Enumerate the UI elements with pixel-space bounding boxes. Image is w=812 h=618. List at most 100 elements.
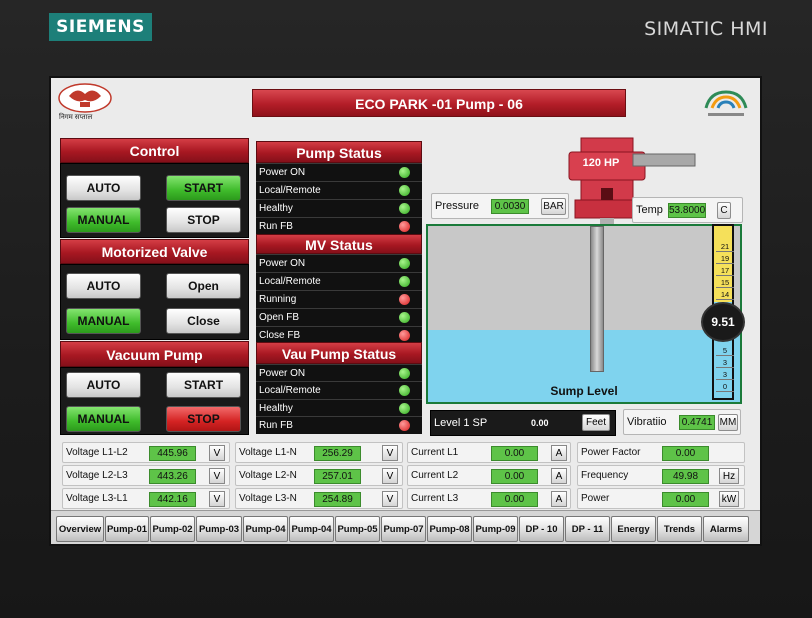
temp-unit[interactable]: C <box>717 202 731 219</box>
status-led <box>399 221 410 232</box>
nav-dp-10[interactable]: DP - 10 <box>519 516 564 542</box>
status-led <box>399 276 410 287</box>
nav-pump-07[interactable]: Pump-07 <box>381 516 426 542</box>
measurement-voltage-l1-n: Voltage L1-N 256.29 V <box>235 442 403 463</box>
logo-caption: निगम सप्ताल <box>59 114 93 121</box>
temp-field: Temp 53.8000 C <box>632 197 743 223</box>
status-led <box>399 258 410 269</box>
nav-dp-11[interactable]: DP - 11 <box>565 516 610 542</box>
status-row: Power ON <box>256 163 422 180</box>
measurement-voltage-l2-n: Voltage L2-N 257.01 V <box>235 465 403 486</box>
scale-tick: 21 <box>716 242 734 252</box>
status-row: Power ON <box>256 364 422 381</box>
status-led <box>399 294 410 305</box>
vibration-label: Vibratiio <box>627 416 667 428</box>
status-row: Local/Remote <box>256 272 422 289</box>
status-row: Run FB <box>256 416 422 433</box>
vacuum-stop-button[interactable]: STOP <box>166 406 241 432</box>
control-manual-button[interactable]: MANUAL <box>66 207 141 233</box>
control-panel: AUTO START MANUAL STOP <box>60 163 249 238</box>
nav-pump-01[interactable]: Pump-01 <box>105 516 149 542</box>
status-led <box>399 368 410 379</box>
status-row: Run FB <box>256 217 422 234</box>
valve-open-button[interactable]: Open <box>166 273 241 299</box>
vacuum-manual-button[interactable]: MANUAL <box>66 406 141 432</box>
status-led <box>399 403 410 414</box>
vacuum-pump-header: Vacuum Pump <box>60 341 249 367</box>
status-row: Healthy <box>256 199 422 216</box>
nav-pump-04[interactable]: Pump-04 <box>243 516 288 542</box>
status-led <box>399 185 410 196</box>
pressure-value: 0.0030 <box>491 199 529 214</box>
measurement-current-l1: Current L1 0.00 A <box>407 442 571 463</box>
vacuum-pump-panel: AUTO START MANUAL STOP <box>60 367 249 435</box>
nav-trends[interactable]: Trends <box>657 516 702 542</box>
level-sp-field: Level 1 SP 0.00 Feet <box>430 410 616 436</box>
page-title: ECO PARK -01 Pump - 06 <box>252 89 626 117</box>
status-led <box>399 330 410 341</box>
nav-pump-03[interactable]: Pump-03 <box>196 516 242 542</box>
scale-tick: 3 <box>716 370 734 380</box>
measurement-power: Power 0.00 kW <box>577 488 745 509</box>
mv-status-list: Power ON Local/Remote Running Open FB Cl… <box>256 254 422 344</box>
status-led <box>399 203 410 214</box>
measurement-voltage-l2-l3: Voltage L2-L3 443.26 V <box>62 465 230 486</box>
pump-pipe <box>590 226 604 372</box>
status-led <box>399 385 410 396</box>
measurement-voltage-l1-l2: Voltage L1-L2 445.96 V <box>62 442 230 463</box>
control-start-button[interactable]: START <box>166 175 241 201</box>
scale-tick: 17 <box>716 266 734 276</box>
motorized-valve-panel: AUTO Open MANUAL Close <box>60 264 249 340</box>
nav-alarms[interactable]: Alarms <box>703 516 749 542</box>
status-row: Close FB <box>256 326 422 343</box>
pressure-unit[interactable]: BAR <box>541 198 566 215</box>
mv-status-header: MV Status <box>256 234 422 254</box>
pressure-label: Pressure <box>435 200 480 212</box>
scale-tick: 19 <box>716 254 734 264</box>
nav-pump-02[interactable]: Pump-02 <box>150 516 195 542</box>
temp-label: Temp <box>636 204 663 216</box>
valve-close-button[interactable]: Close <box>166 308 241 334</box>
pump-status-header: Pump Status <box>256 141 422 163</box>
status-led <box>399 167 410 178</box>
motorized-valve-header: Motorized Valve <box>60 239 249 264</box>
vau-status-list: Power ON Local/Remote Healthy Run FB <box>256 364 422 434</box>
vacuum-auto-button[interactable]: AUTO <box>66 372 141 398</box>
vibration-unit[interactable]: MM <box>718 414 738 431</box>
nav-overview[interactable]: Overview <box>56 516 104 542</box>
status-led <box>399 312 410 323</box>
level-sp-unit[interactable]: Feet <box>582 414 610 431</box>
nav-pump-04b[interactable]: Pump-04 <box>289 516 334 542</box>
vacuum-start-button[interactable]: START <box>166 372 241 398</box>
status-row: Local/Remote <box>256 181 422 198</box>
control-auto-button[interactable]: AUTO <box>66 175 141 201</box>
hmi-screen: निगम सप्ताल ECO PARK -01 Pump - 06 Contr… <box>49 76 762 546</box>
status-row: Local/Remote <box>256 381 422 398</box>
measurement-current-l3: Current L3 0.00 A <box>407 488 571 509</box>
nav-pump-09[interactable]: Pump-09 <box>473 516 518 542</box>
measurement-voltage-l3-n: Voltage L3-N 254.89 V <box>235 488 403 509</box>
status-row: Open FB <box>256 308 422 325</box>
nav-pump-08[interactable]: Pump-08 <box>427 516 472 542</box>
sump-tank: Sump Level <box>426 224 742 404</box>
nav-energy[interactable]: Energy <box>611 516 656 542</box>
smart-city-logo <box>700 86 752 122</box>
siemens-logo: SIEMENS <box>49 13 152 41</box>
status-row: Running <box>256 290 422 307</box>
nav-pump-05[interactable]: Pump-05 <box>335 516 380 542</box>
scale-tick: 0 <box>716 382 734 392</box>
level-readout: 9.51 <box>701 302 745 342</box>
valve-manual-button[interactable]: MANUAL <box>66 308 141 334</box>
measurement-voltage-l3-l1: Voltage L3-L1 442.16 V <box>62 488 230 509</box>
status-row: Healthy <box>256 399 422 416</box>
valve-auto-button[interactable]: AUTO <box>66 273 141 299</box>
level-sp-label: Level 1 SP <box>434 417 488 429</box>
scale-tick: 5 <box>716 346 734 356</box>
pressure-field: Pressure 0.0030 BAR <box>431 193 569 219</box>
measurement-power-factor: Power Factor 0.00 <box>577 442 745 463</box>
level-sp-value[interactable]: 0.00 <box>531 418 549 428</box>
navigation-bar: Overview Pump-01 Pump-02 Pump-03 Pump-04… <box>51 510 760 544</box>
status-led <box>399 420 410 431</box>
control-stop-button[interactable]: STOP <box>166 207 241 233</box>
measurement-frequency: Frequency 49.98 Hz <box>577 465 745 486</box>
